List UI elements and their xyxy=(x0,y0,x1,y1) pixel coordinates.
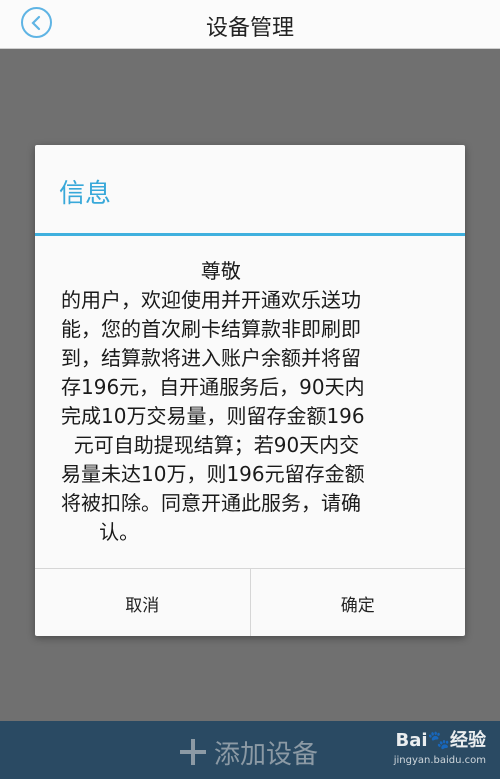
confirm-button[interactable]: 确定 xyxy=(249,569,466,636)
dialog-title: 信息 xyxy=(59,179,112,209)
dialog-divider xyxy=(35,233,465,236)
info-dialog: 信息 尊敬 的用户，欢迎使用并开通欢乐送功 能，您的首次刷卡结算款非即刷即 到，… xyxy=(35,145,465,636)
top-bar: 设备管理 xyxy=(0,0,500,49)
watermark-brand: Bai🐾经验 xyxy=(395,730,486,751)
dialog-buttons: 取消 确定 xyxy=(35,568,465,636)
watermark: Bai🐾经验 jingyan.baidu.com xyxy=(394,731,486,771)
watermark-url: jingyan.baidu.com xyxy=(393,755,486,766)
bottom-bar: 添加设备 Bai🐾经验 jingyan.baidu.com xyxy=(0,721,500,779)
add-device-label: 添加设备 xyxy=(214,739,319,770)
page-title: 设备管理 xyxy=(205,16,294,41)
add-device-button[interactable]: 添加设备 xyxy=(178,735,319,770)
dialog-message: 尊敬 的用户，欢迎使用并开通欢乐送功 能，您的首次刷卡结算款非即刷即 到，结算款… xyxy=(61,259,365,544)
plus-icon xyxy=(178,737,208,767)
cancel-button[interactable]: 取消 xyxy=(35,569,250,636)
